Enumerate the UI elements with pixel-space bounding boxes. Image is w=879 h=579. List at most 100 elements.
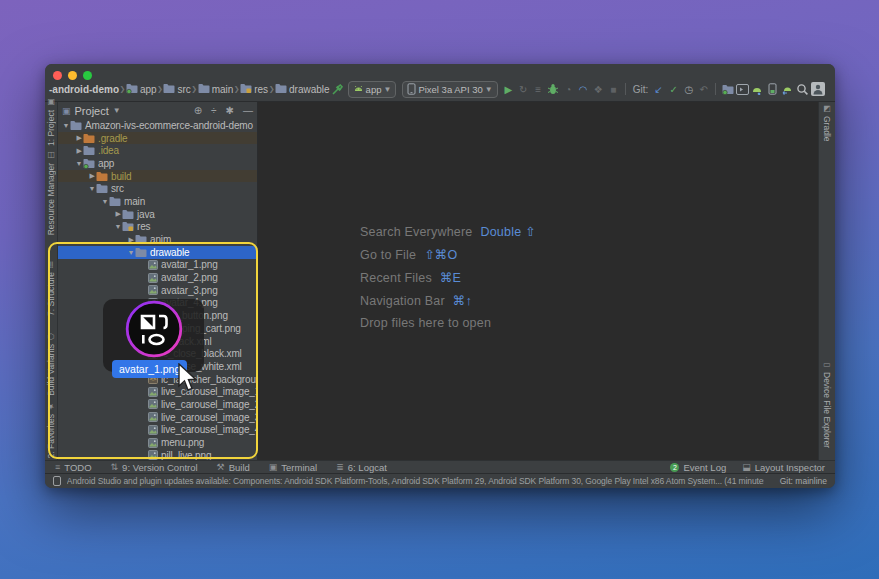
tool-window-button-terminal[interactable]: ▣Terminal bbox=[269, 462, 317, 473]
project-panel-header: ▣ Project ▼ ⊕ ÷ ✱ — bbox=[58, 102, 257, 119]
tool-window-button-2-favorites[interactable]: 2: Favorites★ bbox=[46, 402, 56, 458]
tree-row-pill-live-png[interactable]: pill_live.png bbox=[58, 449, 257, 460]
tool-window-button-1-project[interactable]: 1: Project▣ bbox=[46, 98, 56, 146]
status-message[interactable]: Android Studio and plugin updates availa… bbox=[67, 476, 764, 486]
tree-row--idea[interactable]: ▶ .idea bbox=[58, 144, 257, 157]
tree-row--gradle[interactable]: ▶.gradle bbox=[58, 132, 257, 145]
editor-area[interactable]: Search EverywhereDouble ⇧Go to File⇧⌘ORe… bbox=[258, 102, 818, 460]
locate-icon[interactable]: ⊕ bbox=[194, 105, 202, 116]
project-structure-icon[interactable] bbox=[720, 81, 735, 98]
expand-arrow-icon[interactable]: ▼ bbox=[75, 160, 83, 167]
tree-row-anim[interactable]: ▶anim bbox=[58, 233, 257, 246]
sdk-manager-icon[interactable] bbox=[750, 81, 765, 98]
tree-item-label: java bbox=[137, 209, 155, 220]
tree-row-java[interactable]: ▶ java bbox=[58, 208, 257, 221]
tree-item-label: .idea bbox=[98, 145, 119, 156]
tool-window-button-build-variants[interactable]: Build Variants⬡ bbox=[46, 332, 56, 396]
avd-manager-icon[interactable] bbox=[765, 81, 780, 98]
tree-item-label: avatar_1.png bbox=[161, 259, 218, 270]
device-manager-icon[interactable] bbox=[735, 81, 750, 98]
tree-row-Amazon-ivs-ecommerce-android-demo[interactable]: ▼Amazon-ivs-ecommerce-android-demo bbox=[58, 119, 257, 132]
project-panel-title[interactable]: Project bbox=[75, 105, 109, 117]
tool-window-button-6-logcat[interactable]: ≣6: Logcat bbox=[336, 462, 387, 473]
expand-arrow-icon[interactable]: ▼ bbox=[88, 185, 96, 192]
search-everywhere-icon[interactable] bbox=[795, 81, 810, 98]
tree-item-label: app bbox=[98, 158, 114, 169]
git-update-icon[interactable]: ↙ bbox=[651, 81, 666, 98]
tool-window-button-todo[interactable]: ≡TODO bbox=[55, 462, 92, 473]
tree-item-label: res bbox=[137, 221, 150, 232]
collapse-all-icon[interactable]: ÷ bbox=[211, 105, 217, 116]
breadcrumb-res[interactable]: res bbox=[240, 83, 268, 96]
expand-arrow-icon[interactable]: ▶ bbox=[88, 172, 96, 180]
tree-row-drawable[interactable]: ▼drawable bbox=[58, 246, 257, 259]
tool-window-button-layout-inspector[interactable]: ⬓Layout Inspector bbox=[742, 462, 825, 473]
tree-item-label: src bbox=[111, 183, 124, 194]
tree-row-avatar-1-png[interactable]: avatar_1.png bbox=[58, 259, 257, 272]
expand-arrow-icon[interactable]: ▼ bbox=[114, 223, 122, 230]
expand-arrow-icon[interactable]: ▶ bbox=[75, 147, 83, 155]
toolbar-separator bbox=[625, 83, 626, 95]
tool-window-button-build[interactable]: ⚒Build bbox=[217, 462, 250, 473]
user-avatar-icon[interactable] bbox=[810, 81, 825, 98]
settings-gear-icon[interactable]: ✱ bbox=[226, 105, 234, 116]
debug-button[interactable] bbox=[546, 81, 561, 98]
tree-row-live-carousel-image-2-png[interactable]: live_carousel_image_2.png bbox=[58, 398, 257, 411]
expand-arrow-icon[interactable]: ▶ bbox=[75, 134, 83, 142]
attach-debugger-icon[interactable]: ❖ bbox=[591, 81, 606, 98]
breadcrumb-app[interactable]: app bbox=[126, 83, 157, 96]
tool-window-button-7-structure[interactable]: 7: Structure≔ bbox=[46, 261, 56, 316]
build-hammer-icon[interactable] bbox=[330, 81, 345, 98]
hide-panel-icon[interactable]: — bbox=[243, 105, 253, 116]
git-commit-icon[interactable]: ✓ bbox=[666, 81, 681, 98]
breadcrumb-src[interactable]: src bbox=[163, 83, 190, 96]
expand-arrow-icon[interactable]: ▼ bbox=[62, 122, 70, 129]
breadcrumb-main[interactable]: main bbox=[198, 83, 234, 96]
tool-window-button-device-file-explorer[interactable]: ▭Device File Explorer bbox=[822, 360, 832, 448]
expand-arrow-icon[interactable]: ▼ bbox=[127, 249, 135, 256]
tool-window-button-resource-manager[interactable]: Resource Manager◫ bbox=[46, 151, 56, 235]
tool-window-button-event-log[interactable]: 2Event Log bbox=[670, 462, 726, 473]
apply-changes-icon[interactable]: ↻ bbox=[516, 81, 531, 98]
tool-window-button-gradle[interactable]: ◩Gradle bbox=[822, 104, 832, 142]
android-studio-window: -android-demo❯app❯src❯main❯res❯drawablea… bbox=[45, 64, 835, 488]
tree-row-live-carousel-image-1-png[interactable]: live_carousel_image_1.png bbox=[58, 385, 257, 398]
update-available-icon[interactable] bbox=[53, 476, 61, 486]
profile-icon[interactable]: ◔ bbox=[561, 81, 576, 98]
tree-row-avatar-2-png[interactable]: avatar_2.png bbox=[58, 271, 257, 284]
file-icon bbox=[148, 273, 158, 283]
run-configuration-dropdown[interactable]: app▼ bbox=[348, 81, 397, 98]
git-branch-indicator[interactable]: Git: mainline bbox=[770, 476, 827, 486]
apply-code-changes-icon[interactable]: ≡ bbox=[531, 81, 546, 98]
expand-arrow-icon[interactable]: ▶ bbox=[127, 236, 135, 244]
project-tree: ▼Amazon-ivs-ecommerce-android-demo▶.grad… bbox=[58, 119, 257, 460]
tree-row-app[interactable]: ▼ app bbox=[58, 157, 257, 170]
tree-item-label: live_carousel_image_4.png bbox=[161, 424, 257, 435]
tool-window-button-9-version-control[interactable]: ⇅9: Version Control bbox=[111, 462, 198, 473]
breadcrumb-drawable[interactable]: drawable bbox=[275, 83, 330, 96]
expand-arrow-icon[interactable]: ▶ bbox=[114, 210, 122, 218]
profiler-gauge-icon[interactable]: ◠ bbox=[576, 81, 591, 98]
expand-arrow-icon[interactable]: ▼ bbox=[101, 198, 109, 205]
right-tool-window-bar: ◩Gradle ▭Device File Explorer bbox=[818, 102, 835, 460]
tree-row-main[interactable]: ▼main bbox=[58, 195, 257, 208]
git-history-icon[interactable]: ◷ bbox=[681, 81, 696, 98]
mouse-cursor bbox=[176, 363, 198, 397]
file-icon bbox=[148, 425, 158, 435]
tree-row-live-carousel-image-4-png[interactable]: live_carousel_image_4.png bbox=[58, 424, 257, 437]
git-rollback-icon[interactable]: ↶ bbox=[696, 81, 711, 98]
tree-row-live-carousel-image-3-png[interactable]: live_carousel_image_3.png bbox=[58, 411, 257, 424]
breadcrumb--android-demo[interactable]: -android-demo bbox=[49, 84, 119, 95]
device-selector-dropdown[interactable]: Pixel 3a API 30▼ bbox=[402, 81, 497, 98]
tree-item-label: menu.png bbox=[161, 437, 204, 448]
tree-row-src[interactable]: ▼ src bbox=[58, 182, 257, 195]
folder-icon bbox=[96, 183, 108, 194]
tree-row-res[interactable]: ▼ res bbox=[58, 221, 257, 234]
tree-row-build[interactable]: ▶build bbox=[58, 170, 257, 183]
tree-row-menu-png[interactable]: menu.png bbox=[58, 436, 257, 449]
tree-row-avatar-3-png[interactable]: avatar_3.png bbox=[58, 284, 257, 297]
run-button[interactable]: ▶ bbox=[501, 81, 516, 98]
sync-project-icon[interactable] bbox=[780, 81, 795, 98]
project-tab-icon: ▣ bbox=[62, 106, 71, 116]
stop-button[interactable]: ■ bbox=[606, 81, 621, 98]
